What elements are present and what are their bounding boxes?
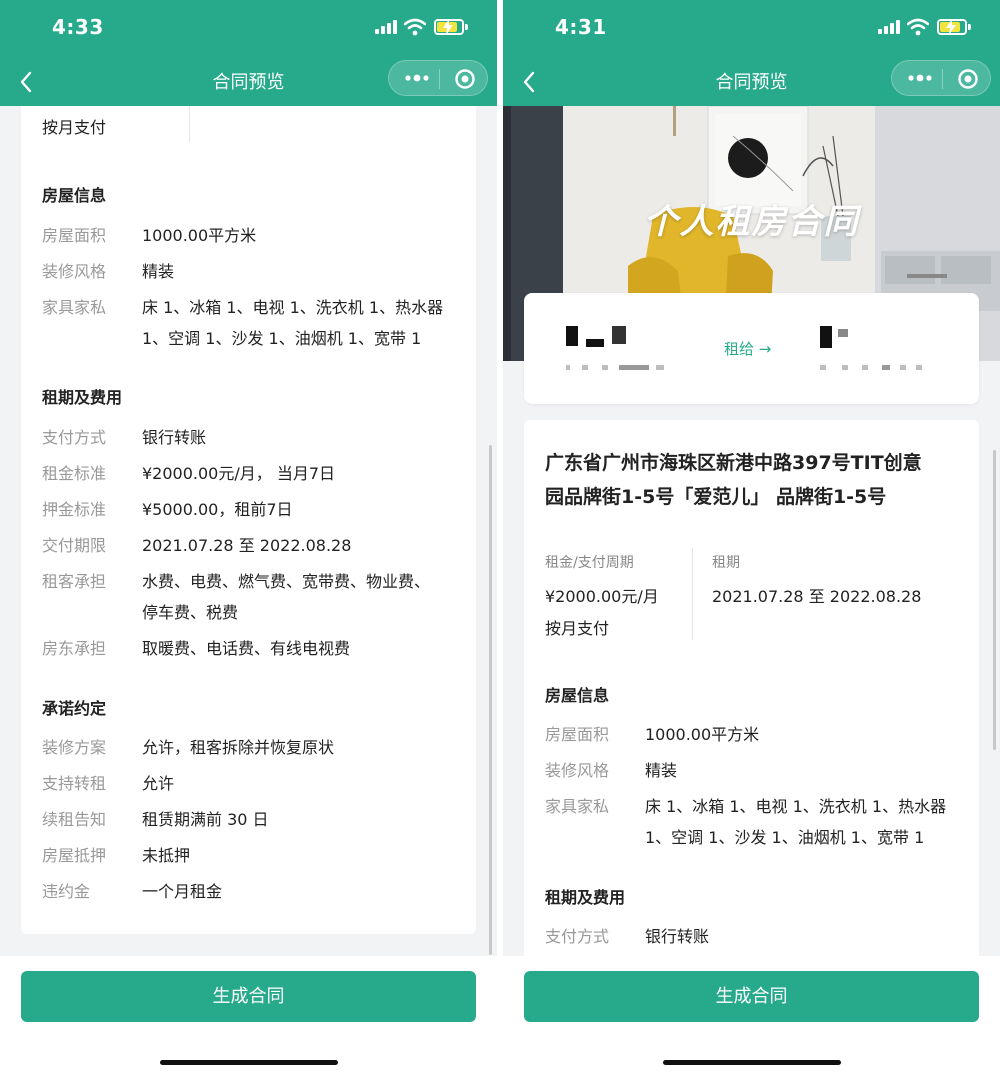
section-lease: 租期及费用 <box>545 888 626 907</box>
miniprogram-capsule <box>891 60 991 96</box>
generate-contract-button[interactable]: 生成合同 <box>524 971 979 1022</box>
close-miniprogram-icon[interactable] <box>957 68 979 90</box>
more-icon[interactable] <box>403 69 431 87</box>
column-divider <box>692 548 693 640</box>
status-time: 4:31 <box>555 15 607 39</box>
row-tenant-pays: 租客承担 水费、电费、燃气费、宽带费、物业费、 停车费、税费 <box>42 572 431 622</box>
nav-bar: 合同预览 <box>0 58 497 106</box>
wifi-icon <box>907 18 929 36</box>
rent-cycle-value-2: 按月支付 <box>545 619 610 638</box>
section-lease: 租期及费用 <box>42 388 123 407</box>
more-icon[interactable] <box>906 69 934 87</box>
miniprogram-capsule <box>388 60 488 96</box>
phone-screen-right: 个人租房合同 租给 → 广东省广州市海珠区新港中路397号TIT创意 园品牌街1… <box>503 0 1000 1075</box>
rent-to-label: 租给 → <box>724 340 772 358</box>
section-promise: 承诺约定 <box>42 699 107 718</box>
status-time: 4:33 <box>52 15 104 39</box>
rent-cycle-label: 租金/支付周期 <box>545 555 634 571</box>
home-indicator[interactable] <box>160 1060 338 1065</box>
home-indicator[interactable] <box>663 1060 841 1065</box>
hero-title: 个人租房合同 <box>643 202 860 242</box>
close-miniprogram-icon[interactable] <box>454 68 476 90</box>
property-address: 广东省广州市海珠区新港中路397号TIT创意 园品牌街1-5号「爱范儿」 品牌街… <box>545 452 922 508</box>
wifi-icon <box>404 18 426 36</box>
section-house-info: 房屋信息 <box>42 186 107 205</box>
contract-card: 按月支付 房屋信息 房屋面积 1000.00平方米 装修风格 精装 家具家私 床… <box>21 106 476 934</box>
rent-cycle-value: ¥2000.00元/月 <box>545 587 659 606</box>
bottom-bar: 生成合同 <box>0 956 497 1075</box>
row-furniture: 家具家私 床 1、冰箱 1、电视 1、洗衣机 1、热水器 1、空调 1、沙发 1… <box>545 797 947 847</box>
payment-cycle-label: 按月支付 <box>42 118 107 137</box>
row-furniture: 家具家私 床 1、冰箱 1、电视 1、洗衣机 1、热水器 1、空调 1、沙发 1… <box>42 298 444 348</box>
signal-icon <box>375 20 399 34</box>
contract-detail-card: 广东省广州市海珠区新港中路397号TIT创意 园品牌街1-5号「爱范儿」 品牌街… <box>524 420 979 980</box>
generate-contract-button[interactable]: 生成合同 <box>21 971 476 1022</box>
signal-icon <box>878 20 902 34</box>
parties-card: 租给 → <box>524 293 979 404</box>
battery-icon <box>937 19 971 35</box>
term-label: 租期 <box>712 555 740 571</box>
nav-bar: 合同预览 <box>503 58 1000 106</box>
status-bar: 4:31 <box>503 0 1000 58</box>
column-divider <box>189 106 190 142</box>
scrollbar[interactable] <box>993 450 996 750</box>
battery-icon <box>434 19 468 35</box>
status-bar: 4:33 <box>0 0 497 58</box>
bottom-bar: 生成合同 <box>503 956 1000 1075</box>
term-value: 2021.07.28 至 2022.08.28 <box>712 587 922 606</box>
section-house-info: 房屋信息 <box>545 686 610 705</box>
phone-screen-left: 按月支付 房屋信息 房屋面积 1000.00平方米 装修风格 精装 家具家私 床… <box>0 0 497 1075</box>
scrollbar[interactable] <box>489 445 492 955</box>
